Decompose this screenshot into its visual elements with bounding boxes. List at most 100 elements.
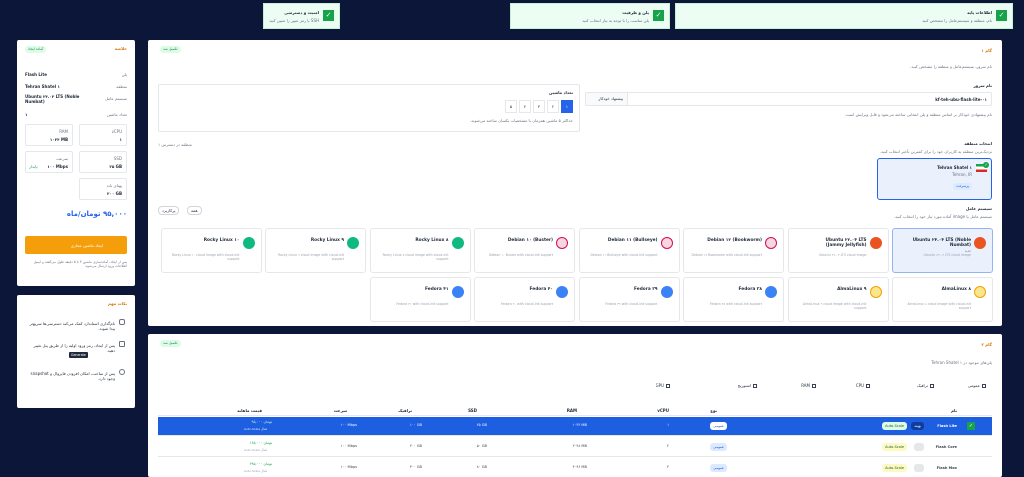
os-card[interactable]: Ubuntu ۲۲.۰۴ LTS (Jammy Jellyfish) Ubuntu… xyxy=(787,228,889,273)
th-type: نوع xyxy=(710,408,717,413)
create-vm-button[interactable]: ایجاد ماشین مجازی xyxy=(25,236,127,254)
os-desc: Debian ۱۲ Bookworm with cloud-init suppo… xyxy=(691,253,762,257)
count-option[interactable]: ۱ xyxy=(561,100,573,113)
os-card[interactable]: AlmaLinux ۸ AlmaLinux ۸ cloud image with … xyxy=(892,277,993,322)
step-desc: نام، منطقه و سیستم‌عامل را مشخص کنید xyxy=(922,18,992,23)
filter-all-chip[interactable]: همه xyxy=(187,206,202,215)
ram-label: RAM xyxy=(59,129,68,134)
os-desc: Fedora ۳۹ with cloud-init support xyxy=(605,302,658,306)
count-value: ۱ xyxy=(25,112,28,117)
th-traffic: ترافیک xyxy=(398,408,412,413)
filter-traffic[interactable]: ترافیک xyxy=(917,383,934,388)
table-row[interactable]: Flash Lite ✓ بهینه Auto-Scale عمومی ۱ ۱۰۲۴ MB ۲… xyxy=(158,417,992,436)
filter-storage[interactable]: استوریج xyxy=(738,383,757,388)
os-name: AlmaLinux ۸ xyxy=(941,287,971,292)
table-row[interactable]: Flash Core Auto-Scale عمومی ۲ ۲۰۴۸ MB ۵۰ GB ۲۰… xyxy=(158,438,992,457)
os-card[interactable]: Rocky Linux ۱۰ Rocky Linux ۱۰ cloud image… xyxy=(160,228,262,273)
th-cpu: vCPU xyxy=(657,408,669,413)
os-desc: Rocky Linux ۸ cloud image with cloud-ini… xyxy=(382,253,449,262)
os-logo-icon xyxy=(451,237,464,249)
server-name-hint: نام پیشنهادی خودکار بر اساس منطقه و پلن … xyxy=(844,112,992,117)
step-security[interactable]: ✓ امنیت و دسترسی SSH یا رمز عبور را تعیی… xyxy=(263,3,340,29)
count-option[interactable]: ۲ xyxy=(547,100,559,113)
os-card[interactable]: Fedora ۴۱ Fedora ۴۱ with cloud-init suppo… xyxy=(369,277,471,322)
region-name: Tehran Shatel ۱ xyxy=(937,165,972,170)
count-panel: تعداد ماشین ۱ ۲ ۳ ۴ ۵ حداکثر ۵ ماشین همز… xyxy=(158,84,580,132)
os-desc: Fedora ۴۰ with cloud-init support xyxy=(500,302,553,306)
region-card-tehran[interactable]: ✓ Tehran Shatel ۱ Tehran, IR پرسرعت xyxy=(877,158,992,200)
plan-type: عمومی xyxy=(710,422,727,430)
tip-item: نام‌گذاری استاندارد کمک می‌کند دسترسی‌ها… xyxy=(29,321,115,331)
server-name-input[interactable]: kf-teh-ubu-flash-lite-۰۱ پیشنهاد خودکار xyxy=(585,92,992,106)
table-row[interactable]: Flash Max Auto-Scale عمومی ۴ ۴۰۹۶ MB ۸۰ GB ۳۰۰… xyxy=(158,459,992,477)
plan-name: Flash Max xyxy=(936,466,957,470)
auto-suggest-label: پیشنهاد خودکار xyxy=(598,96,623,101)
plan-name: Flash Lite xyxy=(937,424,957,428)
os-card[interactable]: Ubuntu ۲۴.۰۴ LTS (Noble Numbat) جدید Ubunt… xyxy=(892,228,993,273)
os-desc: Fedora ۳۸ with cloud-init support xyxy=(709,302,762,306)
os-logo-icon xyxy=(974,237,986,249)
shield-icon xyxy=(119,319,125,325)
tips-title: نکات مهم xyxy=(108,301,127,306)
filter-ram[interactable]: RAM xyxy=(801,383,816,388)
os-card[interactable]: Rocky Linux ۸ Rocky Linux ۸ cloud image w… xyxy=(369,228,471,273)
plan-price-sub: Auto-Scale فعال xyxy=(243,469,267,473)
section-heading: گام ۲ xyxy=(981,342,992,347)
ssd-box: SSD ۲۵ GB xyxy=(79,151,127,173)
filter-globe[interactable]: عمومی xyxy=(968,383,986,388)
count-option[interactable]: ۵ xyxy=(505,100,517,113)
th-price: قیمت ماهانه xyxy=(237,408,262,413)
step-basic[interactable]: ✓ اطلاعات پایه نام، منطقه و سیستم‌عامل ر… xyxy=(675,3,1013,29)
step-plan[interactable]: ✓ پلن و ظرفیت پلن مناسب را با توجه به نی… xyxy=(510,3,670,29)
os-card[interactable]: Debian ۱۱ (Bullseye) Debian ۱۱ Bullseye w… xyxy=(578,228,680,273)
filter-cpu[interactable]: CPU xyxy=(856,383,870,388)
traffic-value: ۲۰۰ GB xyxy=(106,191,122,196)
basic-info-card: تکمیل شد گام ۱ نام سرور، سیستم‌عامل و من… xyxy=(148,40,1002,326)
shield-icon xyxy=(119,369,125,375)
plan-cpu: ۲ xyxy=(667,444,669,448)
summary-price: ۹۵,۰۰۰ تومان/ماه xyxy=(66,210,127,218)
summary-title: خلاصه xyxy=(114,46,127,51)
os-card[interactable]: Fedora ۳۸ Fedora ۳۸ with cloud-init suppo… xyxy=(683,277,784,322)
cpu-box: vCPU ۱ xyxy=(79,124,127,146)
count-option[interactable]: ۴ xyxy=(519,100,531,113)
check-icon: ✓ xyxy=(323,10,334,21)
os-name: Ubuntu ۲۴.۰۴ LTS (Noble Numbat) xyxy=(912,238,971,249)
step-desc: پلن مناسب را با توجه به نیاز انتخاب کنید xyxy=(582,18,649,23)
filter-label: استوریج xyxy=(737,383,751,388)
plan-name: Flash Core xyxy=(935,445,957,449)
os-logo-icon xyxy=(765,237,777,249)
os-card[interactable]: Fedora ۴۰ Fedora ۴۰ with cloud-init suppo… xyxy=(474,277,575,322)
plan-price: ۲۹۵,۰۰۰ تومان xyxy=(249,462,272,466)
os-desc: Debian ۱۰ Buster with cloud-init support xyxy=(488,253,553,257)
ssd-value: ۲۵ GB xyxy=(109,164,122,169)
os-card[interactable]: Rocky Linux ۹ Rocky Linux ۹ cloud image w… xyxy=(265,228,366,273)
section-heading: گام ۱ xyxy=(981,48,992,53)
filter-label: GPU xyxy=(655,383,664,388)
region-desc: نزدیک‌ترین منطقه به کاربران خود را برای … xyxy=(879,149,992,154)
os-card[interactable]: AlmaLinux ۹ AlmaLinux ۹ cloud image with … xyxy=(787,277,889,322)
speed-box: سرعت ۱۰۰ Mbps پایدار xyxy=(25,151,73,173)
storage-icon xyxy=(753,384,757,388)
os-card[interactable]: Fedora ۳۹ Fedora ۳۹ with cloud-init suppo… xyxy=(578,277,680,322)
os-desc: سیستم عامل یا image آماده مورد نیاز خود … xyxy=(893,214,992,219)
gpu-icon xyxy=(666,384,670,388)
count-option[interactable]: ۳ xyxy=(533,100,545,113)
plan-price: ۱۶۵,۰۰۰ تومان xyxy=(249,441,272,445)
plan-ram: ۴۰۹۶ MB xyxy=(572,465,587,469)
section-subtitle: پلن‌های موجود در Tehran Shatel ۱ xyxy=(931,360,992,365)
os-card[interactable]: Debian ۱۰ (Buster) Debian ۱۰ Buster with … xyxy=(474,228,575,273)
step-title: پلن و ظرفیت xyxy=(622,10,649,15)
auto-suggest-button[interactable]: پیشنهاد خودکار xyxy=(586,93,628,105)
count-hint: حداکثر ۵ ماشین همزمان با مشخصات یکسان سا… xyxy=(469,118,573,123)
filter-popular-chip[interactable]: پرکاربرد xyxy=(158,206,180,215)
os-name: Fedora ۴۰ xyxy=(529,287,553,292)
filter-gpu[interactable]: GPU xyxy=(656,383,670,388)
autoscale-badge: Auto-Scale xyxy=(882,464,907,472)
os-card[interactable]: Debian ۱۲ (Bookworm) Debian ۱۲ Bookworm w… xyxy=(683,228,784,273)
plan-value: Flash Lite xyxy=(25,72,47,77)
plan-tag-icon xyxy=(914,464,924,472)
summary-card: خلاصه آماده ایجاد پلن Flash Lite منطقه T… xyxy=(17,40,135,286)
os-name: Fedora ۴۱ xyxy=(425,287,449,292)
count-label: تعداد ماشین xyxy=(548,90,573,95)
